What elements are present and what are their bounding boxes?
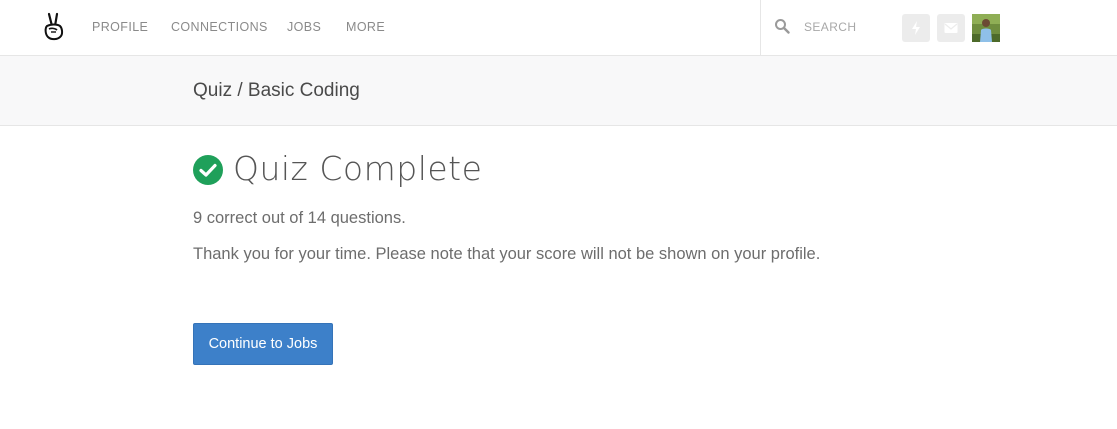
- continue-to-jobs-button[interactable]: Continue to Jobs: [193, 323, 333, 365]
- page-subheader: Quiz / Basic Coding: [0, 56, 1117, 126]
- score-note: Thank you for your time. Please note tha…: [193, 245, 821, 263]
- mail-icon: [944, 23, 958, 33]
- breadcrumb: Quiz / Basic Coding: [193, 80, 360, 101]
- check-circle-icon: [193, 155, 223, 185]
- victory-hand-logo-icon[interactable]: [42, 12, 66, 42]
- page-title: Quiz Complete: [233, 149, 483, 188]
- nav-more-link[interactable]: MORE: [346, 20, 385, 34]
- score-summary: 9 correct out of 14 questions.: [193, 209, 406, 227]
- search-input[interactable]: [804, 20, 894, 34]
- nav-divider: [760, 0, 761, 55]
- messages-button[interactable]: [937, 14, 965, 42]
- top-navigation-bar: PROFILE CONNECTIONS JOBS MORE: [0, 0, 1117, 56]
- search-icon[interactable]: [774, 18, 790, 34]
- nav-connections-link[interactable]: CONNECTIONS: [171, 20, 268, 34]
- nav-profile-link[interactable]: PROFILE: [92, 20, 148, 34]
- notifications-button[interactable]: [902, 14, 930, 42]
- user-avatar[interactable]: [972, 14, 1000, 42]
- lightning-icon: [912, 21, 920, 35]
- nav-jobs-link[interactable]: JOBS: [287, 20, 321, 34]
